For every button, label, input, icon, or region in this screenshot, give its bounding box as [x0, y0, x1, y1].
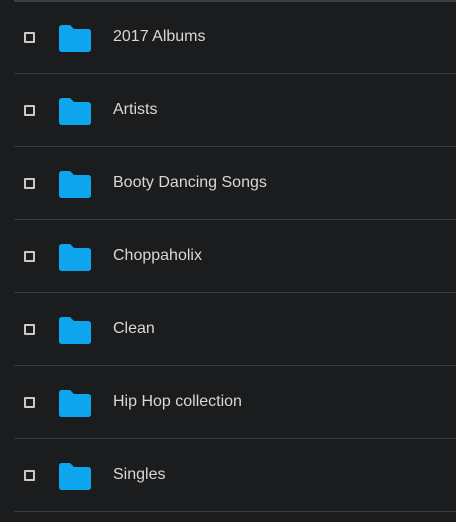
folder-row-clean[interactable]: Clean [0, 294, 456, 366]
select-checkbox[interactable] [24, 324, 35, 335]
folder-icon [59, 171, 91, 198]
select-checkbox[interactable] [24, 397, 35, 408]
select-checkbox[interactable] [24, 105, 35, 116]
folder-name[interactable]: Booty Dancing Songs [113, 173, 267, 193]
select-checkbox[interactable] [24, 178, 35, 189]
folder-row-hip-hop-collection[interactable]: Hip Hop collection [0, 367, 456, 439]
folder-name[interactable]: Hip Hop collection [113, 392, 242, 412]
folder-name[interactable]: Clean [113, 319, 155, 339]
folder-row-singles[interactable]: Singles [0, 440, 456, 512]
folder-icon [59, 317, 91, 344]
select-checkbox[interactable] [24, 251, 35, 262]
folder-row-2017-albums[interactable]: 2017 Albums [0, 2, 456, 74]
folder-name[interactable]: 2017 Albums [113, 27, 206, 47]
folder-name[interactable]: Singles [113, 465, 165, 485]
select-checkbox[interactable] [24, 32, 35, 43]
folder-row-choppaholix[interactable]: Choppaholix [0, 221, 456, 293]
folder-name[interactable]: Choppaholix [113, 246, 202, 266]
folder-icon [59, 463, 91, 490]
folder-icon [59, 98, 91, 125]
folder-icon [59, 25, 91, 52]
folder-row-booty-dancing-songs[interactable]: Booty Dancing Songs [0, 148, 456, 220]
folder-row-artists[interactable]: Artists [0, 75, 456, 147]
folder-list: 2017 Albums Artists Booty Dancing Songs … [0, 0, 456, 522]
folder-icon [59, 244, 91, 271]
folder-name[interactable]: Artists [113, 100, 157, 120]
select-checkbox[interactable] [24, 470, 35, 481]
folder-icon [59, 390, 91, 417]
